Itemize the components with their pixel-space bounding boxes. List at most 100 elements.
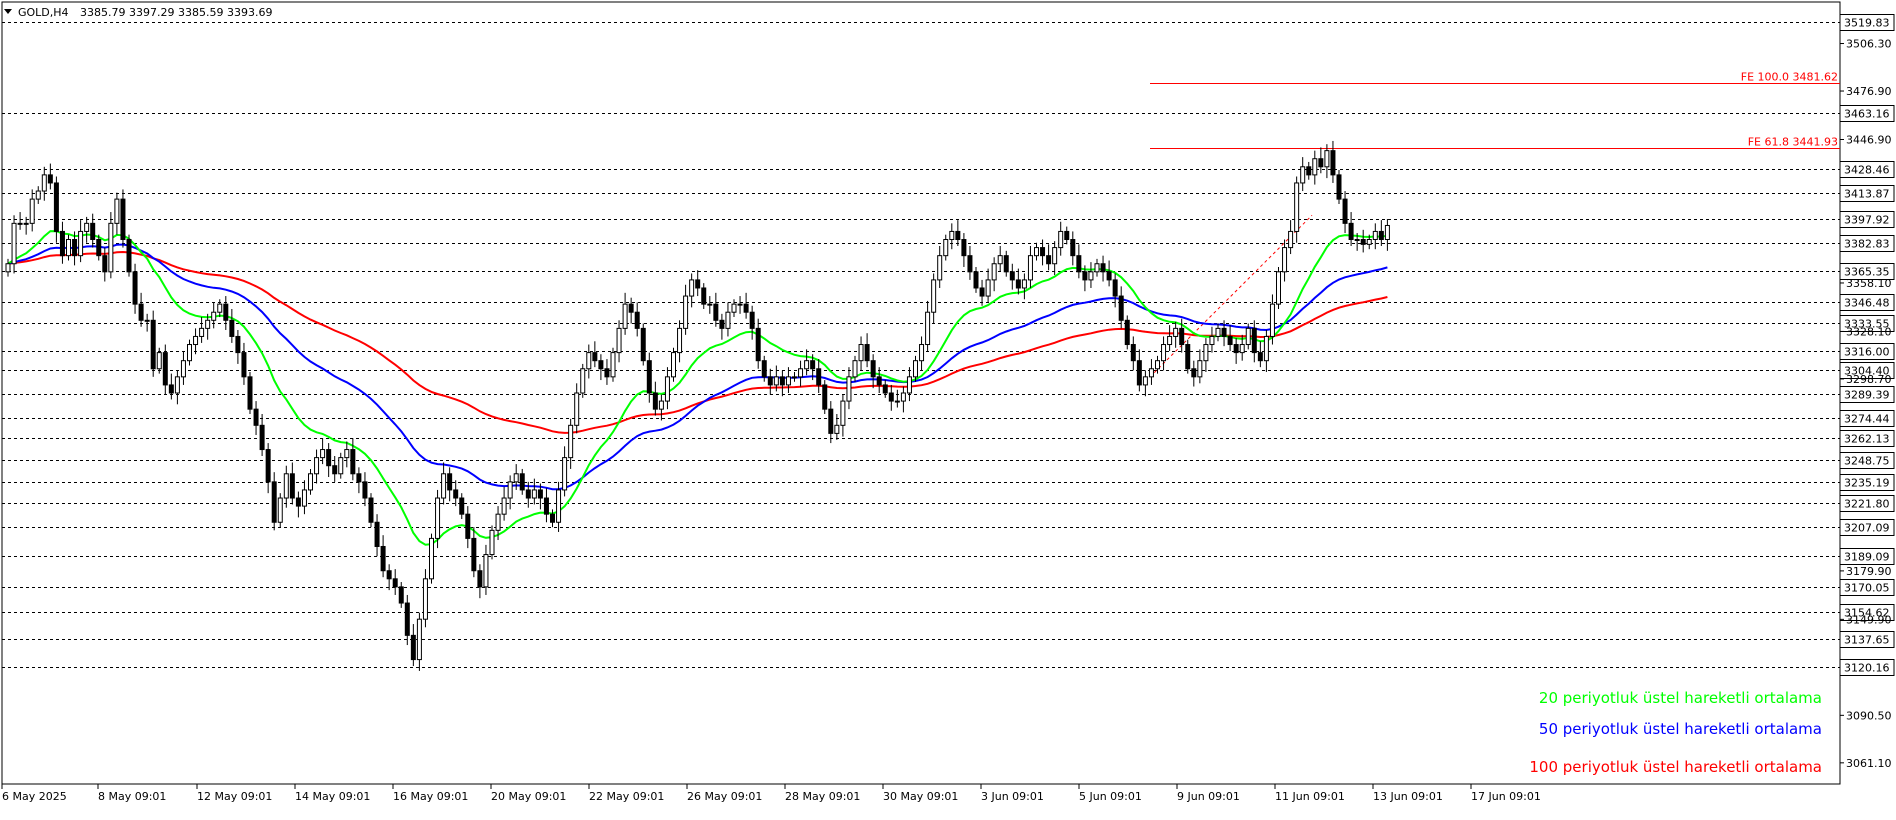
level-price-label: 3189.09 [1844, 551, 1890, 564]
candle-body [1021, 279, 1027, 289]
candle-body [1142, 376, 1148, 386]
candle-body [900, 392, 906, 402]
candle-body [798, 368, 804, 378]
candle-body [949, 230, 955, 241]
candle-body [368, 497, 374, 523]
candle-body [689, 279, 695, 297]
candle-body [767, 376, 773, 386]
x-tick-label: 3 Jun 09:01 [981, 790, 1044, 803]
candle-body [985, 279, 991, 297]
candle-body [1306, 166, 1312, 176]
candle-body [1161, 344, 1167, 362]
candle-body [568, 424, 574, 459]
candle-body [695, 279, 701, 289]
candle-body [1106, 271, 1112, 281]
candle-body [289, 473, 295, 499]
level-price-label: 3248.75 [1844, 455, 1890, 468]
price-chart[interactable]: FE 100.0 3481.62FE 61.8 3441.93 3519.833… [0, 0, 1896, 820]
candle-body [1257, 352, 1263, 362]
candle-body [1185, 344, 1191, 370]
y-tick-label: 3328.10 [1846, 325, 1892, 338]
candle-body [314, 457, 320, 475]
candle-body [441, 473, 447, 499]
candle-body [453, 489, 459, 499]
level-price-label: 3221.80 [1844, 498, 1890, 511]
candle-body [1027, 255, 1033, 281]
candle-body [925, 311, 931, 346]
candle-body [1324, 150, 1330, 168]
candle-body [610, 352, 616, 378]
candle-body [1336, 174, 1342, 200]
x-tick-label: 28 May 09:01 [785, 790, 860, 803]
level-price-label: 3463.16 [1844, 108, 1890, 121]
candle-body [320, 449, 326, 459]
y-tick-label: 3446.90 [1846, 133, 1892, 146]
candle-body [804, 360, 810, 370]
candle-body [132, 271, 138, 305]
candle-body [1282, 247, 1288, 273]
candle-body [295, 497, 301, 507]
candle-body [1366, 239, 1372, 245]
candle-body [707, 303, 713, 306]
candle-body [1088, 271, 1094, 281]
candle-body [979, 287, 985, 297]
candle-body [525, 489, 531, 499]
candle-body [1112, 279, 1118, 297]
candle-body [580, 368, 586, 394]
candle-body [677, 327, 683, 354]
candle-body [501, 497, 507, 515]
candle-body [350, 449, 356, 475]
candle-body [785, 376, 791, 386]
candle-body [749, 311, 755, 329]
candle-body [410, 634, 416, 661]
candle-body [1330, 150, 1336, 176]
ohlc-values: 3385.79 3397.29 3385.59 3393.69 [80, 6, 272, 19]
candle-body [1082, 271, 1088, 281]
candle-body [652, 392, 658, 410]
candle-body [1342, 198, 1348, 224]
legend-ema100: 100 periyotluk üstel hareketli ortalama [1529, 758, 1822, 776]
level-price-label: 3120.16 [1844, 662, 1890, 675]
candle-body [634, 311, 640, 329]
candle-body [725, 311, 731, 329]
candle-body [870, 360, 876, 378]
level-price-label: 3316.00 [1844, 346, 1890, 359]
candle-body [1209, 335, 1215, 346]
candle-body [102, 255, 108, 273]
candle-body [193, 335, 199, 346]
candle-body [271, 481, 277, 523]
candle-body [1318, 158, 1324, 168]
candle-body [162, 352, 168, 386]
candle-body [247, 376, 253, 410]
candle-body [792, 376, 797, 379]
candle-body [29, 198, 35, 224]
candle-body [973, 271, 979, 289]
candle-body [332, 465, 338, 475]
candle-body [543, 497, 549, 515]
candle-body [586, 352, 592, 370]
candle-body [1251, 327, 1257, 354]
candle-body [822, 384, 828, 410]
candle-body [265, 449, 271, 483]
candle-body [386, 570, 392, 580]
candle-body [779, 376, 785, 386]
candle-body [1191, 368, 1197, 378]
candle-body [1276, 271, 1281, 305]
candle-body [1300, 166, 1306, 184]
candle-body [47, 174, 53, 184]
candle-body [1221, 327, 1227, 337]
candle-body [574, 392, 580, 426]
candle-body [96, 239, 102, 257]
candle-body [144, 319, 150, 322]
y-tick-label: 3179.90 [1846, 565, 1892, 578]
candle-body [701, 287, 707, 305]
candle-body [11, 222, 17, 265]
candle-body [1130, 344, 1136, 362]
level-price-label: 3262.13 [1844, 433, 1890, 446]
candle-body [622, 303, 628, 329]
candle-body [235, 335, 241, 354]
candle-body [126, 239, 132, 273]
candle-body [755, 327, 761, 362]
candle-body [1167, 335, 1173, 346]
candle-body [955, 230, 961, 241]
